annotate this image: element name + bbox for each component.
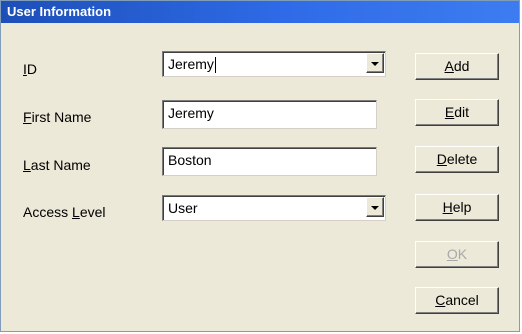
first-name-value: Jeremy	[168, 105, 214, 121]
first-name-input[interactable]: Jeremy	[162, 100, 377, 129]
last-name-value: Boston	[168, 152, 212, 168]
edit-button-mnemonic: E	[444, 104, 455, 120]
id-combobox[interactable]: Jeremy	[162, 51, 386, 77]
last-name-input[interactable]: Boston	[162, 147, 377, 176]
cancel-button[interactable]: Cancel	[415, 287, 499, 314]
access-level-value: User	[168, 200, 198, 216]
first-name-label-rest: irst Name	[31, 109, 92, 125]
ok-button-rest: K	[457, 246, 468, 262]
delete-button[interactable]: Delete	[415, 146, 499, 173]
access-level-label-mnemonic: L	[72, 204, 80, 220]
access-level-label-prefix: Access	[23, 204, 73, 220]
id-label: ID	[23, 61, 37, 77]
id-label-rest: D	[26, 61, 38, 77]
last-name-label-rest: ast Name	[30, 157, 91, 173]
first-name-label: First Name	[23, 109, 91, 125]
text-caret	[214, 57, 216, 74]
add-button[interactable]: Add	[415, 53, 499, 80]
add-button-rest: dd	[453, 58, 470, 74]
ok-button-mnemonic: O	[446, 246, 458, 262]
access-level-dropdown-chevron-down-icon[interactable]	[366, 197, 384, 217]
last-name-label: Last Name	[23, 157, 91, 173]
ok-button[interactable]: OK	[415, 241, 499, 268]
delete-button-mnemonic: D	[436, 151, 447, 167]
edit-button-rest: dit	[454, 104, 470, 120]
help-button[interactable]: Help	[415, 194, 499, 221]
access-level-label: Access Level	[23, 204, 106, 220]
id-dropdown-chevron-down-icon[interactable]	[366, 53, 384, 73]
add-button-mnemonic: A	[444, 58, 454, 74]
cancel-button-mnemonic: C	[435, 292, 446, 308]
access-level-label-rest: evel	[79, 204, 106, 220]
first-name-label-mnemonic: F	[23, 109, 32, 125]
dialog-title: User Information	[1, 1, 519, 23]
edit-button[interactable]: Edit	[415, 99, 499, 126]
user-information-dialog: User Information ID Jeremy First Name Je…	[0, 0, 520, 332]
id-value: Jeremy	[168, 56, 214, 72]
access-level-combobox[interactable]: User	[162, 195, 386, 221]
cancel-button-rest: ancel	[445, 292, 479, 308]
help-button-rest: elp	[452, 199, 472, 215]
help-button-mnemonic: H	[442, 199, 453, 215]
delete-button-rest: elete	[446, 151, 478, 167]
last-name-label-mnemonic: L	[23, 157, 31, 173]
